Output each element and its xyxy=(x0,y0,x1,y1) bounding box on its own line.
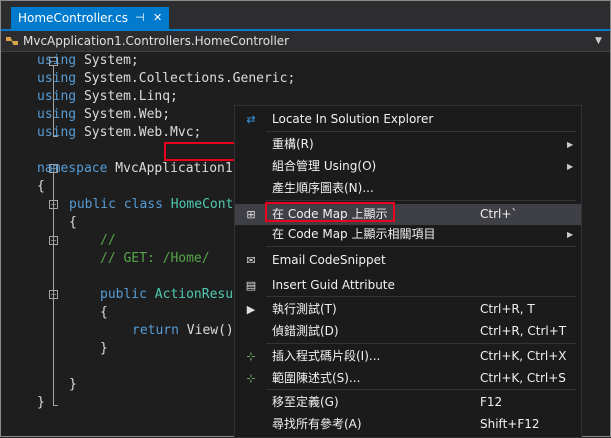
code-line: using System.Web.Mvc; xyxy=(37,125,202,140)
code-line: } xyxy=(37,395,45,410)
menu-item-code-map[interactable]: 在 Code Map 上顯示相關項目 ▶ xyxy=(235,224,581,245)
menu-item-shortcut: Ctrl+K, Ctrl+X xyxy=(480,349,567,363)
menu-item-label: 偵錯測試(D) xyxy=(272,324,339,338)
menu-item-label: 執行測試(T) xyxy=(272,302,337,316)
menu-separator xyxy=(266,296,576,297)
navigation-bar[interactable]: MvcApplication1.Controllers.HomeControll… xyxy=(1,31,610,52)
menu-item-shortcut: Ctrl+R, Ctrl+T xyxy=(480,324,567,338)
editor-window: HomeController.cs ⊣ ✕ MvcApplication1.Co… xyxy=(0,0,611,438)
code-map-icon: ⊞ xyxy=(246,208,256,221)
surround-with-icon: ⊹ xyxy=(246,372,256,385)
outline-line xyxy=(53,405,58,406)
menu-item-label: 產生順序圖表(N)... xyxy=(272,181,374,195)
code-line: } xyxy=(69,377,77,392)
code-line: namespace MvcApplication1 xyxy=(37,161,233,176)
locate-icon: ⇄ xyxy=(246,113,256,126)
code-line: public ActionResu xyxy=(100,287,234,302)
navbar-type-path: MvcApplication1.Controllers.HomeControll… xyxy=(23,34,290,48)
code-line: { xyxy=(100,305,108,320)
pin-icon[interactable]: ⊣ xyxy=(135,7,145,29)
menu-item-label: 在 Code Map 上顯示相關項目 xyxy=(272,227,436,241)
tab-title: HomeController.cs xyxy=(18,11,129,25)
menu-item-r[interactable]: 重構(R) ▶ xyxy=(235,134,581,155)
menu-item-email-codesnippet[interactable]: ✉ Email CodeSnippet xyxy=(235,250,581,271)
menu-item-s[interactable]: ⊹ 範圍陳述式(S)... Ctrl+K, Ctrl+S xyxy=(235,368,581,389)
menu-item-shortcut: F12 xyxy=(480,395,503,409)
menu-item-g[interactable]: 移至定義(G) F12 xyxy=(235,392,581,413)
class-icon xyxy=(6,37,18,45)
menu-item-i[interactable]: ⊹ 插入程式碼片段(I)... Ctrl+K, Ctrl+X xyxy=(235,346,581,367)
document-tab-strip: HomeController.cs ⊣ ✕ xyxy=(1,1,610,31)
menu-item-label: 移至定義(G) xyxy=(272,395,339,409)
code-line: using System.Web; xyxy=(37,107,171,122)
menu-item-label: 組合管理 Using(O) xyxy=(272,159,377,173)
code-line: { xyxy=(37,179,45,194)
submenu-arrow-icon: ▶ xyxy=(567,140,574,149)
context-menu: ⇄ Locate In Solution Explorer 重構(R) ▶ 組合管理 U… xyxy=(234,105,582,438)
menu-item-shortcut: Ctrl+` xyxy=(480,207,518,221)
menu-item-label: 尋找所有參考(A) xyxy=(272,417,362,431)
email-icon: ✉ xyxy=(246,254,256,267)
highlight-annotation-box xyxy=(265,202,395,222)
menu-item-shortcut: Ctrl+K, Ctrl+S xyxy=(480,371,566,385)
chevron-down-icon[interactable]: ▼ xyxy=(595,31,602,51)
menu-separator xyxy=(266,343,576,344)
insert-snippet-icon: ⊹ xyxy=(246,350,256,363)
menu-item-shortcut: Shift+F12 xyxy=(480,417,540,431)
code-line: using System.Collections.Generic; xyxy=(37,71,296,86)
menu-item-a[interactable]: 尋找所有參考(A) Shift+F12 xyxy=(235,414,581,435)
menu-item-label: 重構(R) xyxy=(272,137,314,151)
menu-item-shortcut: Ctrl+R, T xyxy=(480,302,535,316)
menu-item-d[interactable]: 偵錯測試(D) Ctrl+R, Ctrl+T xyxy=(235,321,581,342)
guid-icon: ▤ xyxy=(245,279,257,292)
submenu-arrow-icon: ▶ xyxy=(567,230,574,239)
menu-item-t[interactable]: ▶ 執行測試(T) Ctrl+R, T xyxy=(235,299,581,320)
highlight-annotation-box xyxy=(164,142,237,161)
close-icon[interactable]: ✕ xyxy=(153,7,162,29)
code-line: // xyxy=(100,233,116,248)
code-line: { xyxy=(69,215,77,230)
code-line: using System; xyxy=(37,53,139,68)
code-line: } xyxy=(100,341,108,356)
outline-margin: − − − − − xyxy=(23,52,58,436)
menu-separator xyxy=(266,389,576,390)
menu-item-label: 插入程式碼片段(I)... xyxy=(272,349,381,363)
tab-homecontroller[interactable]: HomeController.cs ⊣ ✕ xyxy=(11,7,169,29)
menu-separator xyxy=(266,200,576,201)
menu-separator xyxy=(266,246,576,247)
code-line: public class HomeCont xyxy=(69,197,234,212)
code-text[interactable]: using System; using System.Collections.G… xyxy=(37,52,295,410)
menu-item-label: 範圍陳述式(S)... xyxy=(272,371,361,385)
class-name-token: HomeCont xyxy=(170,197,234,212)
code-line: return View() xyxy=(132,323,234,338)
submenu-arrow-icon: ▶ xyxy=(567,162,574,171)
menu-item-label: Email CodeSnippet xyxy=(272,253,386,267)
menu-item-label: Insert Guid Attribute xyxy=(272,278,395,292)
menu-separator xyxy=(266,131,576,132)
run-tests-icon: ▶ xyxy=(246,303,256,316)
debug-tests-icon xyxy=(244,325,258,338)
code-line: using System.Linq; xyxy=(37,89,178,104)
menu-item-insert-guid-attribute[interactable]: ▤ Insert Guid Attribute xyxy=(235,275,581,296)
menu-item-n[interactable]: 產生順序圖表(N)... xyxy=(235,178,581,199)
menu-item-label: Locate In Solution Explorer xyxy=(272,112,434,126)
menu-item-locate-in-solution-explorer[interactable]: ⇄ Locate In Solution Explorer xyxy=(235,109,581,130)
menu-item-using-o[interactable]: 組合管理 Using(O) ▶ xyxy=(235,156,581,177)
code-line: // GET: /Home/ xyxy=(100,251,210,266)
